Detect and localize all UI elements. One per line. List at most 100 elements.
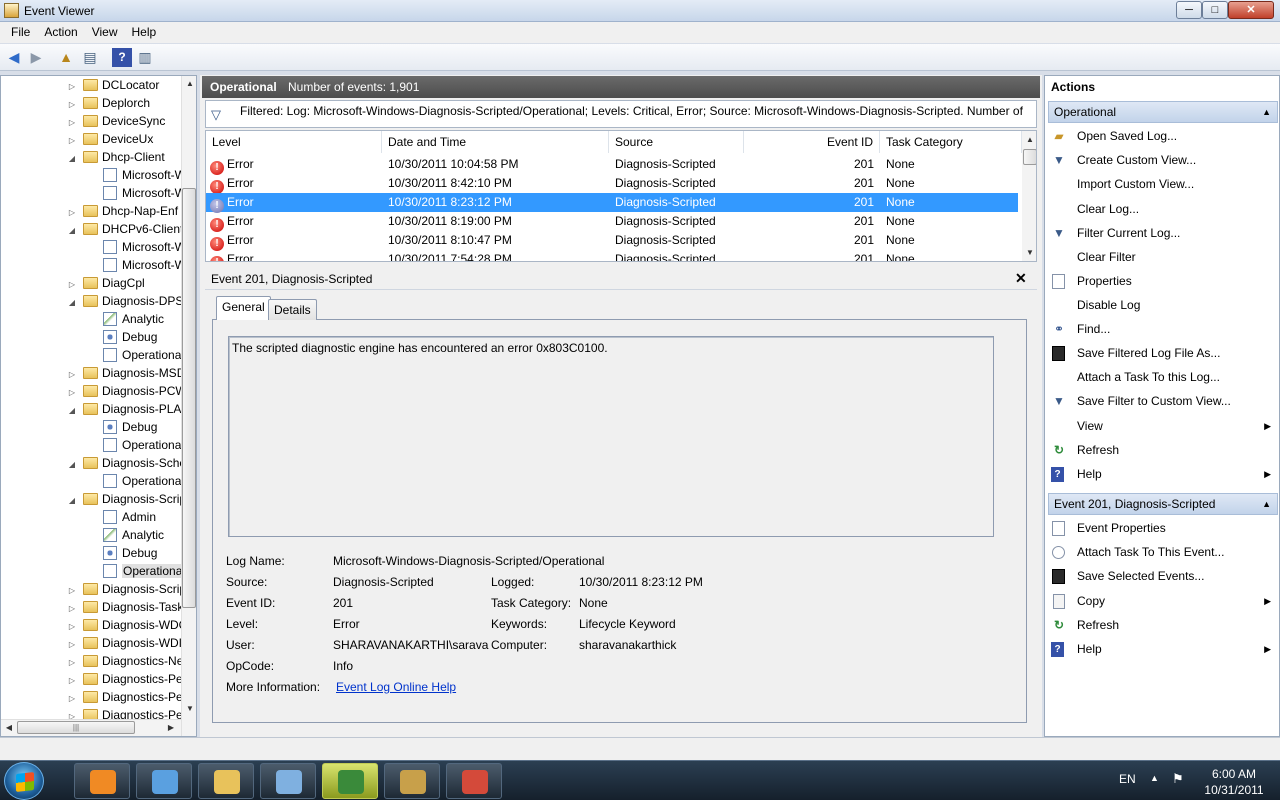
help-icon[interactable]: ?	[112, 48, 132, 67]
tree-item[interactable]: ▷ Deplorch	[67, 94, 150, 112]
expand-toggle-icon[interactable]: ◢	[67, 222, 77, 240]
column-task-category[interactable]: Task Category	[880, 131, 1022, 153]
action-refresh[interactable]: ↻ Refresh	[1045, 614, 1279, 636]
event-row[interactable]: ! Error 10/30/2011 8:23:12 PM Diagnosis-Scr…	[206, 193, 1018, 213]
action-save-filter-to-custom-view[interactable]: ▼ Save Filter to Custom View...	[1045, 390, 1279, 412]
taskbar-app-button[interactable]	[198, 763, 254, 799]
tree-item[interactable]: Debug	[93, 544, 157, 562]
column-source[interactable]: Source	[609, 131, 744, 153]
menu-help[interactable]: Help	[125, 22, 164, 42]
collapse-icon[interactable]: ▲	[1262, 494, 1271, 514]
action-help[interactable]: ? Help ▶	[1045, 463, 1279, 485]
tree-item[interactable]: ▷ DiagCpl	[67, 274, 145, 292]
menu-action[interactable]: Action	[37, 22, 84, 42]
action-create-custom-view[interactable]: ▼ Create Custom View...	[1045, 149, 1279, 171]
tree-item[interactable]: ◢ DHCPv6-Client	[67, 220, 183, 238]
back-icon[interactable]: ◀	[4, 48, 24, 67]
event-row[interactable]: ! Error 10/30/2011 8:19:00 PM Diagnosis-Scr…	[206, 212, 1018, 232]
action-center-flag-icon[interactable]: ⚑	[1172, 771, 1184, 787]
action-attach-task-to-this-event[interactable]: Attach Task To This Event...	[1045, 541, 1279, 563]
tree-item[interactable]: ▷ DeviceUx	[67, 130, 153, 148]
scroll-down-icon[interactable]: ▼	[1022, 248, 1036, 257]
tree-hscroll-thumb[interactable]: |||	[17, 721, 135, 734]
expand-toggle-icon[interactable]: ◢	[67, 492, 77, 510]
tree-item[interactable]: ▷ Diagnosis-WDC	[67, 616, 187, 634]
event-row[interactable]: !Error 10/30/2011 7:54:28 PM Diagnosis-Scr…	[206, 250, 1018, 261]
tab-general[interactable]: General	[216, 296, 271, 320]
tree-item[interactable]: Operational	[93, 562, 187, 580]
action-event-properties[interactable]: Event Properties	[1045, 517, 1279, 539]
scroll-down-icon[interactable]: ▼	[182, 704, 196, 713]
expand-toggle-icon[interactable]: ◢	[67, 456, 77, 474]
menu-file[interactable]: File	[4, 22, 37, 42]
clock[interactable]: 6:00 AM 10/31/2011	[1196, 766, 1272, 798]
actions-section-header[interactable]: Operational ▲	[1048, 101, 1278, 123]
column-level[interactable]: Level	[206, 131, 382, 153]
taskbar-app-button[interactable]	[136, 763, 192, 799]
tree-item[interactable]: ▷Diagnostics-Networking	[67, 652, 196, 670]
tree-item[interactable]: ◢Diagnosis-Scheduled	[67, 454, 196, 474]
action-clear-log[interactable]: Clear Log...	[1045, 198, 1279, 220]
scroll-up-icon[interactable]: ▲	[182, 79, 196, 88]
tree-item[interactable]: Microsoft-W	[93, 184, 186, 202]
language-indicator[interactable]: EN	[1119, 772, 1136, 786]
event-row[interactable]: ! Error 10/30/2011 8:10:47 PM Diagnosis-Scr…	[206, 231, 1018, 251]
expand-toggle-icon[interactable]: ◢	[67, 402, 77, 420]
event-description-box[interactable]: The scripted diagnostic engine has encou…	[228, 336, 994, 537]
tree-item[interactable]: Debug	[93, 418, 157, 436]
tree-item[interactable]: Operational	[93, 472, 184, 490]
show-hidden-icons-icon[interactable]: ▲	[1150, 773, 1159, 783]
action-clear-filter[interactable]: Clear Filter	[1045, 246, 1279, 268]
action-filter-current-log[interactable]: ▼ Filter Current Log...	[1045, 222, 1279, 244]
column-event-id[interactable]: Event ID	[744, 131, 880, 153]
actions-section-header[interactable]: Event 201, Diagnosis-Scripted ▲	[1048, 493, 1278, 515]
tree-item[interactable]: Analytic	[93, 310, 164, 328]
action-properties[interactable]: Properties	[1045, 270, 1279, 292]
tree-item[interactable]: Microsoft-W	[93, 166, 186, 184]
tree-item[interactable]: Operational	[93, 346, 184, 364]
tree-item[interactable]: Admin	[93, 508, 156, 526]
close-icon[interactable]: ✕	[1015, 270, 1027, 287]
scroll-up-icon[interactable]: ▲	[1022, 135, 1036, 144]
taskbar-app-button[interactable]	[384, 763, 440, 799]
console-tree[interactable]: ▷ DCLocator ▷ Deplorch ▷ DeviceSync ▷ DeviceUx ◢…	[0, 75, 197, 737]
tree-item[interactable]: ▷ Dhcp-Nap-Enf	[67, 202, 178, 220]
action-find[interactable]: ⚭ Find...	[1045, 318, 1279, 340]
tree-item[interactable]: Microsoft-W	[93, 238, 186, 256]
action-open-saved-log[interactable]: ▰ Open Saved Log...	[1045, 125, 1279, 147]
tree-scroll-thumb[interactable]	[182, 188, 196, 608]
tree-item[interactable]: ▷Diagnostics-Performance	[67, 670, 196, 688]
tree-item[interactable]: ▷ DCLocator	[67, 76, 159, 94]
column-date-time[interactable]: Date and Time	[382, 131, 609, 153]
action-refresh[interactable]: ↻ Refresh	[1045, 439, 1279, 461]
up-folder-icon[interactable]: ▲	[56, 48, 76, 67]
taskbar-app-button[interactable]	[322, 763, 378, 799]
tree-item[interactable]: ▷Diagnosis-TaskManager	[67, 598, 196, 616]
action-save-selected-events[interactable]: Save Selected Events...	[1045, 565, 1279, 587]
show-action-pane-icon[interactable]: ▥	[135, 48, 155, 67]
tree-item[interactable]: ▷ DeviceSync	[67, 112, 165, 130]
grid-scroll-thumb[interactable]	[1023, 149, 1036, 165]
forward-icon[interactable]: ▶	[26, 48, 46, 67]
expand-toggle-icon[interactable]: ◢	[67, 294, 77, 312]
scroll-left-icon[interactable]: ◀	[1, 723, 17, 732]
action-view[interactable]: View ▶	[1045, 415, 1279, 437]
taskbar-app-button[interactable]	[74, 763, 130, 799]
tree-item[interactable]: ◢ Diagnosis-PLA	[67, 400, 181, 418]
expand-toggle-icon[interactable]: ◢	[67, 150, 77, 168]
action-help[interactable]: ? Help ▶	[1045, 638, 1279, 660]
tree-item[interactable]: ◢ Dhcp-Client	[67, 148, 165, 166]
tree-item[interactable]: ▷ Diagnostics-Perf	[67, 688, 190, 706]
collapse-icon[interactable]: ▲	[1262, 102, 1271, 122]
tree-item[interactable]: ◢ Diagnosis-DPS	[67, 292, 183, 310]
action-save-filtered-log-file-as[interactable]: Save Filtered Log File As...	[1045, 342, 1279, 364]
close-button[interactable]: ✕	[1228, 1, 1274, 19]
tree-item[interactable]: Operational	[93, 436, 184, 454]
action-import-custom-view[interactable]: Import Custom View...	[1045, 173, 1279, 195]
start-button[interactable]	[4, 762, 44, 800]
taskbar-app-button[interactable]	[446, 763, 502, 799]
title-bar[interactable]: Event Viewer ─ □ ✕	[0, 0, 1280, 22]
tree-item[interactable]: Microsoft-W	[93, 256, 186, 274]
event-log-online-help-link[interactable]: Event Log Online Help	[336, 680, 456, 694]
action-disable-log[interactable]: Disable Log	[1045, 294, 1279, 316]
